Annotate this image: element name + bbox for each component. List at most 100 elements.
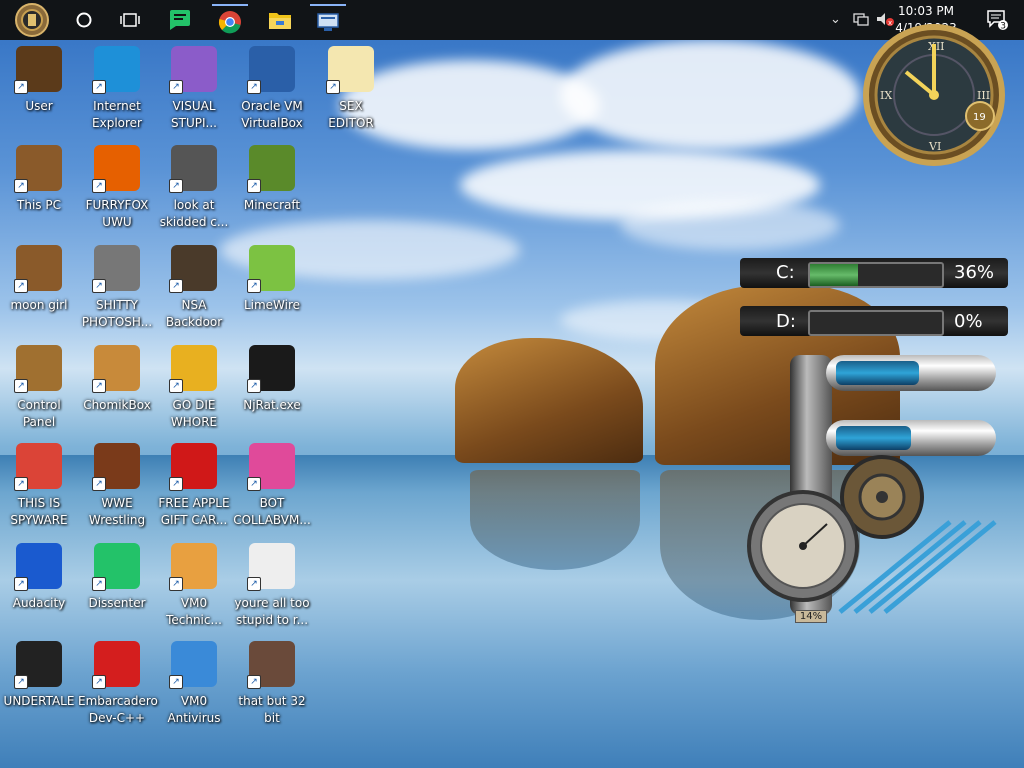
desktop-icon-label: Oracle VM VirtualBox <box>241 99 303 130</box>
lamp-icon: ↗ <box>14 345 62 393</box>
desktop-icon[interactable]: ↗ LimeWire <box>233 245 311 314</box>
shortcut-arrow-icon: ↗ <box>92 477 106 491</box>
desktop-icon-label: SEX EDITOR <box>328 99 374 130</box>
desktop-icon[interactable]: ↗ that but 32 bit <box>233 641 311 727</box>
desktop-icon-label: BOT COLLABVM... <box>233 496 311 527</box>
desktop-icon-label: LimeWire <box>243 298 301 312</box>
desktop-icon[interactable]: ↗ ChomikBox <box>78 345 156 414</box>
desktop-icon-label: Audacity <box>12 596 66 610</box>
shortcut-arrow-icon: ↗ <box>14 477 28 491</box>
desktop-icon[interactable]: ↗ Minecraft <box>233 145 311 214</box>
limewire-icon: ↗ <box>247 245 295 293</box>
audacity-icon: ↗ <box>14 543 62 591</box>
desktop-icon[interactable]: ↗ Control Panel <box>0 345 78 431</box>
shortcut-arrow-icon: ↗ <box>169 577 183 591</box>
desktop-icon-label: NSA Backdoor <box>165 298 223 329</box>
svg-text:VI: VI <box>928 140 941 153</box>
desktop-icon-label: SHITTY PHOTOSH... <box>81 298 153 329</box>
shortcut-arrow-icon: ↗ <box>92 80 106 94</box>
shortcut-arrow-icon: ↗ <box>247 577 261 591</box>
desktop-icon[interactable]: ↗ youre all too stupid to r... <box>233 543 311 629</box>
shortcut-arrow-icon: ↗ <box>14 577 28 591</box>
desktop-icon-label: VM0 Technic... <box>166 596 222 627</box>
shortcut-arrow-icon: ↗ <box>247 379 261 393</box>
chrome-icon: ↗ <box>14 443 62 491</box>
shortcut-arrow-icon: ↗ <box>14 80 28 94</box>
computer-icon: ↗ <box>14 145 62 193</box>
start-button[interactable] <box>10 3 54 37</box>
gauge-percent-label: 14% <box>795 610 827 623</box>
drive-letter-c: C: <box>776 262 795 283</box>
desktop-icon-label: Minecraft <box>243 198 301 212</box>
desktop-icon-label: VM0 Antivirus <box>167 694 221 725</box>
shortcut-arrow-icon: ↗ <box>247 477 261 491</box>
shortcut-arrow-icon: ↗ <box>92 279 106 293</box>
desktop-icon[interactable]: ↗ moon girl <box>0 245 78 314</box>
taskbar-dissenter[interactable] <box>162 4 198 36</box>
desktop-icon[interactable]: ↗ Dissenter <box>78 543 156 612</box>
search-circle-icon <box>76 12 92 28</box>
desktop-icon[interactable]: ↗ THIS IS SPYWARE <box>0 443 78 529</box>
desktop-icon[interactable]: ↗ NSA Backdoor <box>155 245 233 331</box>
shield-icon: ↗ <box>169 641 217 689</box>
ram-tube <box>826 420 996 456</box>
desktop-icon[interactable]: ↗ SHITTY PHOTOSH... <box>78 245 156 331</box>
desktop-icon[interactable]: ↗ BOT COLLABVM... <box>233 443 311 529</box>
desktop-icon[interactable]: ↗ look at skidded c... <box>155 145 233 231</box>
shortcut-arrow-icon: ↗ <box>326 80 340 94</box>
task-view-button[interactable] <box>112 4 148 36</box>
skull-icon: ↗ <box>247 345 295 393</box>
desktop-icon-label: UNDERTALE <box>3 694 75 708</box>
dissenter-icon: ↗ <box>92 543 140 591</box>
tray-chevron-up-icon[interactable]: ⌄ <box>830 12 841 27</box>
taskbar-chrome[interactable] <box>212 4 248 38</box>
desktop-icon-label: ChomikBox <box>83 398 151 412</box>
desktop-icon-label: WWE Wrestling <box>88 496 146 527</box>
desktop-icon-label: User <box>25 99 53 113</box>
clock-time: 10:03 PM <box>898 4 954 18</box>
visual-studio-icon: ↗ <box>169 46 217 94</box>
desktop-icon[interactable]: ↗ User <box>0 46 78 115</box>
desktop-icon[interactable]: ↗ GO DIE WHORE <box>155 345 233 431</box>
svg-text:XII: XII <box>928 40 945 53</box>
desktop-icon[interactable]: ↗ UNDERTALE <box>0 641 78 710</box>
taskbar-file-explorer[interactable] <box>262 4 298 36</box>
search-button[interactable] <box>66 4 102 36</box>
shortcut-arrow-icon: ↗ <box>169 477 183 491</box>
desktop-icon[interactable]: ↗ VM0 Technic... <box>155 543 233 629</box>
network-monitor-icon <box>317 13 339 31</box>
shortcut-arrow-icon: ↗ <box>247 179 261 193</box>
desktop-icon[interactable]: ↗ Internet Explorer <box>78 46 156 132</box>
desktop-icon-label: Internet Explorer <box>92 99 142 130</box>
svg-text:IX: IX <box>880 89 892 102</box>
desktop-icon-label: VISUAL STUPI... <box>171 99 217 130</box>
firefox-icon: ↗ <box>92 145 140 193</box>
virtualbox-icon: ↗ <box>247 46 295 94</box>
drive-c-percent: 36% <box>954 262 995 283</box>
shortcut-arrow-icon: ↗ <box>247 675 261 689</box>
desktop-icon[interactable]: ↗ NjRat.exe <box>233 345 311 414</box>
desktop-icon[interactable]: ↗ VISUAL STUPI... <box>155 46 233 132</box>
drive-d-bar <box>808 310 944 336</box>
taskbar-network-app[interactable] <box>310 4 346 38</box>
apple-icon: ↗ <box>169 443 217 491</box>
desktop-icon[interactable]: ↗ Audacity <box>0 543 78 612</box>
desktop-icon[interactable]: ↗ Oracle VM VirtualBox <box>233 46 311 132</box>
desktop-icon[interactable]: ↗ WWE Wrestling <box>78 443 156 529</box>
desktop-icon[interactable]: ↗ SEX EDITOR <box>312 46 390 132</box>
stacked-windows-icon: ↗ <box>169 145 217 193</box>
shortcut-arrow-icon: ↗ <box>169 80 183 94</box>
desktop-icon[interactable]: ↗ FURRYFOX UWU <box>78 145 156 231</box>
folder-icon <box>269 13 291 29</box>
desktop-icon[interactable]: ↗ VM0 Antivirus <box>155 641 233 727</box>
desktop-icon[interactable]: ↗ FREE APPLE GIFT CAR... <box>155 443 233 529</box>
steampunk-clock-widget[interactable]: XII III VI IX 19 <box>852 20 1012 170</box>
desktop-icon[interactable]: ↗ This PC <box>0 145 78 214</box>
desktop-icon[interactable]: ↗ Embarcadero Dev-C++ <box>78 641 158 727</box>
drive-c-bar <box>808 262 944 288</box>
hamster-box-icon: ↗ <box>92 345 140 393</box>
pink-monitor-icon: ↗ <box>247 443 295 491</box>
desktop-icon-label: This PC <box>17 198 61 212</box>
dreamweaver-icon: ↗ <box>169 345 217 393</box>
gimp-icon: ↗ <box>92 245 140 293</box>
